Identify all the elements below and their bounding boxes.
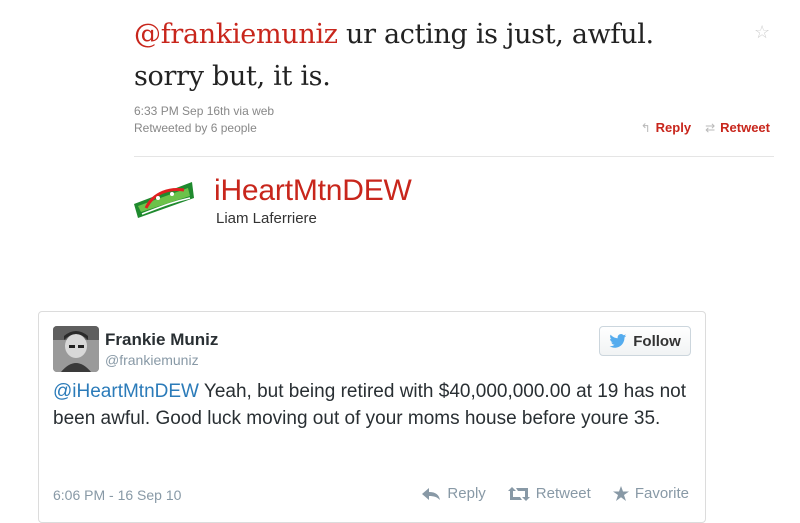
user-handle[interactable]: iHeartMtnDEW	[214, 174, 412, 208]
author-screen-name[interactable]: @frankiemuniz	[105, 352, 199, 368]
tweet-text-line1: ur acting is just, awful.	[337, 19, 654, 50]
tweet-text-line2: sorry but, it is.	[134, 61, 331, 92]
reply-label: Reply	[655, 120, 692, 135]
tweet-meta: 6:33 PM Sep 16th via web Retweeted by 6 …	[134, 103, 274, 137]
reply-label: Reply	[447, 485, 486, 502]
star-icon[interactable]: ☆	[754, 22, 770, 43]
mtn-dew-logo[interactable]	[132, 178, 196, 222]
retweet-label: Retweet	[535, 485, 591, 502]
twitter-bird-icon	[609, 333, 627, 348]
reply-icon: ↰	[640, 120, 651, 135]
timestamp[interactable]: 6:33 PM Sep 16th via web	[134, 103, 274, 120]
embedded-timestamp[interactable]: 6:06 PM - 16 Sep 10	[53, 487, 181, 503]
retweet-button[interactable]: Retweet	[507, 485, 591, 502]
embedded-tweet-text: @iHeartMtnDEW Yeah, but being retired wi…	[53, 378, 693, 432]
avatar[interactable]	[53, 326, 99, 372]
original-tweet: @frankiemuniz ur acting is just, awful. …	[0, 0, 800, 270]
author-name[interactable]: Frankie Muniz	[105, 330, 218, 350]
mention-link[interactable]: @frankiemuniz	[134, 19, 338, 50]
embedded-tweet-actions: Reply Retweet Favorite	[421, 485, 689, 502]
retweeted-by[interactable]: Retweeted by 6 people	[134, 120, 274, 137]
tweet-text: @frankiemuniz ur acting is just, awful. …	[134, 14, 744, 98]
retweet-icon: ⇄	[705, 120, 716, 135]
retweet-button[interactable]: ⇄ Retweet	[705, 120, 770, 135]
favorite-star-icon	[612, 486, 629, 501]
follow-label: Follow	[633, 332, 681, 350]
reply-button[interactable]: ↰ Reply	[641, 120, 691, 135]
reply-button[interactable]: Reply	[421, 485, 486, 502]
favorite-label: Favorite	[634, 485, 689, 502]
favorite-button[interactable]: Favorite	[612, 485, 689, 502]
reply-icon	[422, 487, 441, 500]
divider	[134, 156, 774, 157]
avatar-image	[53, 326, 99, 372]
user-full-name: Liam Laferriere	[216, 210, 317, 227]
follow-button[interactable]: Follow	[599, 326, 691, 356]
embedded-tweet: Frankie Muniz @frankiemuniz Follow @iHea…	[38, 311, 706, 523]
tweet-actions: ↰ Reply ⇄ Retweet	[641, 120, 770, 135]
mention-link[interactable]: @iHeartMtnDEW	[53, 381, 199, 402]
retweet-icon	[507, 486, 530, 501]
retweet-label: Retweet	[720, 120, 770, 135]
